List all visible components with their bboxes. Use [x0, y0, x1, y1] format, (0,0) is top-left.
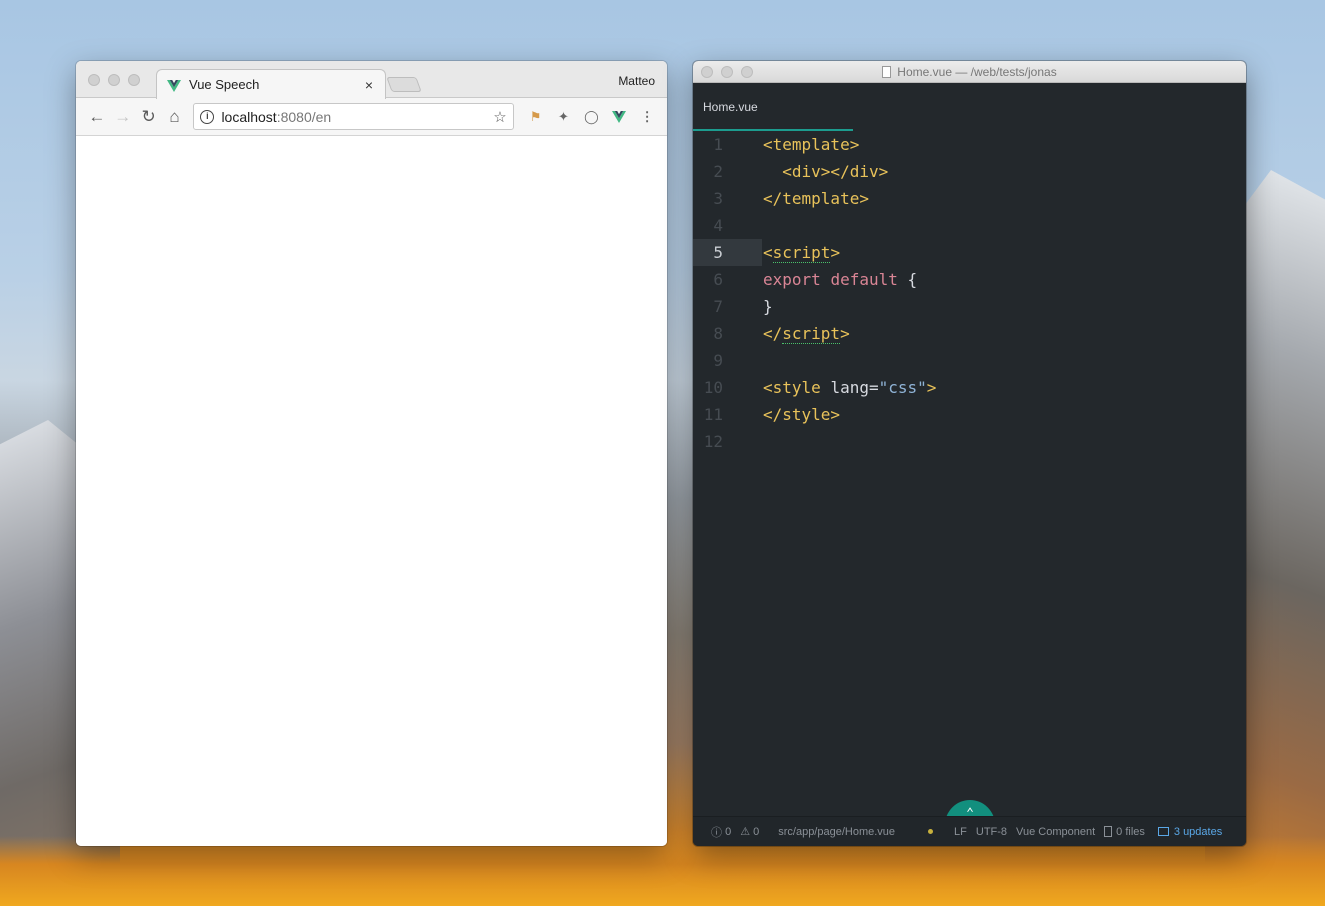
browser-page-content[interactable] [76, 136, 667, 846]
modified-dot-icon [928, 829, 934, 834]
url-host: localhost [221, 108, 277, 125]
line-number: 7 [713, 297, 723, 316]
info-icon[interactable]: i [200, 109, 215, 124]
tab-title: Vue Speech [189, 77, 260, 92]
code-line[interactable]: 12 [693, 428, 1246, 455]
code-line[interactable]: 11 </style> [693, 401, 1246, 428]
editor-tab-bar: Home.vue [693, 83, 1246, 131]
background-foliage [0, 836, 1325, 906]
code-line[interactable]: 9 [693, 347, 1246, 374]
git-files-indicator[interactable]: 0 files [1104, 826, 1145, 838]
file-icon [1104, 826, 1113, 837]
line-number: 9 [713, 351, 723, 370]
browser-toolbar: ← → ↻ ⌂ i localhost:8080/en ☆ ⚑ ✦ ◯ ⋮ [76, 98, 667, 136]
code-line[interactable]: 10 <style lang="css"> [693, 374, 1246, 401]
updates-count: 3 updates [1173, 825, 1223, 838]
back-icon[interactable]: ← [84, 104, 110, 130]
line-number: 12 [703, 432, 723, 451]
zoom-window-button[interactable] [128, 74, 140, 86]
line-number: 11 [703, 405, 723, 424]
code-text: } [763, 297, 773, 316]
forward-icon[interactable]: → [110, 104, 136, 130]
browser-tabstrip: Vue Speech × Matteo [76, 61, 667, 99]
warnings-indicator[interactable]: ⚠ 0 [740, 825, 760, 839]
extension-circle-icon[interactable]: ◯ [579, 105, 603, 129]
code-text: <template> [763, 135, 860, 154]
code-text: </style> [763, 405, 841, 424]
code-line[interactable]: 3 </template> [693, 185, 1246, 212]
file-path[interactable]: src/app/page/Home.vue [778, 826, 895, 838]
errors-indicator[interactable]: ⓘ 0 [711, 824, 731, 840]
warnings-count: 0 [753, 825, 760, 838]
files-count: 0 files [1116, 825, 1145, 838]
line-ending[interactable]: LF [954, 826, 967, 838]
minimize-window-button[interactable] [108, 74, 120, 86]
grammar[interactable]: Vue Component [1016, 826, 1095, 838]
code-text: <div></div> [782, 162, 889, 181]
code-lines: 1 <template> 2 <div></div> 3 </template> 4 5 <s… [693, 131, 1246, 455]
code-text: </script> [763, 324, 850, 344]
line-number: 6 [713, 270, 723, 289]
line-number: 1 [713, 135, 723, 154]
code-text: <script> [763, 243, 841, 263]
code-line[interactable]: 4 [693, 212, 1246, 239]
window-controls [88, 74, 140, 86]
close-window-button[interactable] [88, 74, 100, 86]
editor-tab-home-vue[interactable]: Home.vue [693, 83, 853, 131]
vue-devtools-icon[interactable] [607, 105, 631, 129]
file-icon [882, 65, 892, 78]
code-text: </template> [763, 189, 869, 208]
address-bar[interactable]: i localhost:8080/en ☆ [193, 103, 514, 130]
code-line[interactable]: 2 <div></div> [693, 158, 1246, 185]
encoding[interactable]: UTF-8 [976, 826, 1007, 838]
code-text: <style lang="css"> [763, 378, 937, 397]
status-bar: ⓘ 0 ⚠ 0 src/app/page/Home.vue LF UTF-8 V… [693, 816, 1246, 846]
updates-indicator[interactable]: 3 updates [1157, 825, 1223, 838]
extension-icon[interactable]: ⚑ [524, 105, 548, 129]
profile-name[interactable]: Matteo [618, 74, 655, 88]
browser-window: Vue Speech × Matteo ← → ↻ ⌂ i localhost:… [76, 61, 667, 846]
line-number: 2 [713, 162, 723, 181]
new-tab-button[interactable] [386, 77, 422, 92]
editor-close-window-button[interactable] [701, 66, 713, 78]
code-line[interactable]: 8 </script> [693, 320, 1246, 347]
star-icon[interactable]: ☆ [493, 108, 506, 126]
menu-icon[interactable]: ⋮ [635, 105, 659, 129]
line-number: 8 [713, 324, 723, 343]
vue-logo-icon [167, 79, 181, 92]
line-number: 5 [713, 243, 723, 262]
extension-bird-icon[interactable]: ✦ [552, 105, 576, 129]
code-line[interactable]: 7} [693, 293, 1246, 320]
code-text: export default { [763, 270, 918, 289]
errors-count: 0 [725, 825, 732, 838]
tab-close-icon[interactable]: × [359, 77, 379, 93]
browser-tab[interactable]: Vue Speech × [156, 69, 386, 99]
editor-window: Home.vue — /web/tests/jonas Home.vue 1 <t… [693, 61, 1246, 846]
editor-zoom-window-button[interactable] [741, 66, 753, 78]
home-icon[interactable]: ⌂ [162, 104, 188, 130]
line-number: 3 [713, 189, 723, 208]
editor-window-controls [701, 66, 753, 78]
editor-titlebar: Home.vue — /web/tests/jonas [693, 61, 1246, 83]
reload-icon[interactable]: ↻ [136, 104, 162, 130]
package-icon [1157, 827, 1169, 836]
line-number: 10 [703, 378, 723, 397]
editor-title-text: Home.vue — /web/tests/jonas [897, 64, 1057, 79]
line-number: 4 [713, 216, 723, 235]
code-line[interactable]: 5 <script> [693, 239, 1246, 266]
code-area[interactable]: 1 <template> 2 <div></div> 3 </template> 4 5 <s… [693, 131, 1246, 825]
editor-window-title: Home.vue — /web/tests/jonas [882, 64, 1057, 79]
editor-minimize-window-button[interactable] [721, 66, 733, 78]
code-line[interactable]: 1 <template> [693, 131, 1246, 158]
url-path: :8080/en [276, 108, 332, 125]
code-line[interactable]: 6 export default { [693, 266, 1246, 293]
